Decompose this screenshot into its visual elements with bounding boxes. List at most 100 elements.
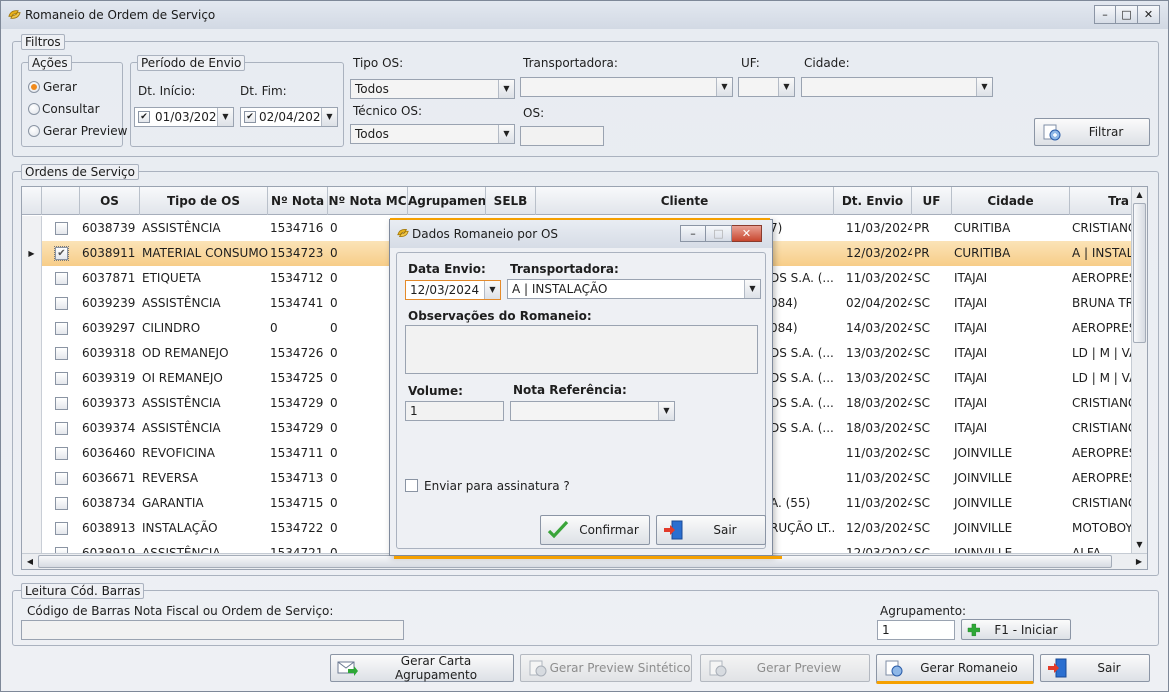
scroll-down-icon[interactable]: ▼ [1132,537,1147,553]
dialog-maximize-button[interactable]: □ [706,225,732,242]
cell-nota: 1534713 [270,471,324,485]
col-header-selb[interactable]: SELB [486,187,536,215]
row-header[interactable] [22,266,42,291]
row-header[interactable] [22,441,42,466]
col-header-nota-mc[interactable]: Nº Nota MC [328,187,408,215]
col-header-nota[interactable]: Nº Nota [268,187,328,215]
col-header-tipo-os[interactable]: Tipo de OS [140,187,268,215]
assinatura-checkbox[interactable] [405,479,418,492]
row-checkbox[interactable] [55,397,68,410]
chevron-down-icon[interactable]: ▼ [716,78,732,96]
row-checkbox[interactable] [55,297,68,310]
row-checkbox[interactable] [55,447,68,460]
uf-select[interactable]: ▼ [738,77,795,97]
dialog-exit-button[interactable]: Sair [656,515,766,545]
chevron-down-icon[interactable]: ▼ [484,281,500,299]
col-header-os[interactable]: OS [80,187,140,215]
end-date-picker[interactable]: 02/04/2024 ✔ ▼ [240,107,338,127]
scroll-left-icon[interactable]: ◀ [22,554,38,569]
col-header-uf[interactable]: UF [912,187,952,215]
scroll-right-icon[interactable]: ▶ [1131,554,1147,569]
chevron-down-icon[interactable]: ▼ [976,78,992,96]
exit-button[interactable]: Sair [1040,654,1150,682]
dialog-close-button[interactable]: ✕ [732,225,762,242]
row-header[interactable] [22,466,42,491]
row-header[interactable] [22,391,42,416]
row-header[interactable] [22,366,42,391]
preview-sintetico-button[interactable]: Gerar Preview Sintético [520,654,692,682]
row-checkbox[interactable] [55,497,68,510]
end-date-checkbox[interactable]: ✔ [244,111,256,123]
dialog-minimize-button[interactable]: – [680,225,706,242]
gerar-romaneio-button[interactable]: Gerar Romaneio [876,654,1034,684]
os-input[interactable] [520,126,604,146]
chevron-down-icon[interactable]: ▼ [321,108,337,126]
row-checkbox[interactable] [55,372,68,385]
row-checkbox[interactable] [55,422,68,435]
cell-nota: 1534712 [270,271,324,285]
row-header[interactable] [22,416,42,441]
row-header[interactable] [22,491,42,516]
close-button[interactable]: ✕ [1138,5,1160,24]
dialog-title-bar[interactable]: Dados Romaneio por OS – □ ✕ [390,220,772,248]
cell-envio: 11/03/2024 [846,496,912,510]
nota-ref-select[interactable]: ▼ [510,401,675,421]
cell-tra: AEROPRES [1072,471,1132,485]
row-header[interactable] [22,341,42,366]
row-header[interactable] [22,316,42,341]
title-bar[interactable]: Romaneio de Ordem de Serviço – □ ✕ [1,1,1168,29]
data-envio-value: 12/03/2024 [410,283,480,297]
start-button[interactable]: F1 - Iniciar [961,619,1071,640]
col-header-cidade[interactable]: Cidade [952,187,1070,215]
row-checkbox[interactable] [55,347,68,360]
row-checkbox[interactable]: ✔ [54,246,69,261]
col-header-dt-envio[interactable]: Dt. Envio [834,187,912,215]
gerar-carta-button[interactable]: Gerar Carta Agrupamento [330,654,514,682]
transportadora-select[interactable]: ▼ [520,77,733,97]
data-envio-picker[interactable]: 12/03/2024 ▼ [405,280,501,300]
current-row-arrow-icon[interactable]: ▶ [22,241,42,266]
maximize-button[interactable]: □ [1116,5,1138,24]
row-checkbox[interactable] [55,472,68,485]
chevron-down-icon[interactable]: ▼ [498,80,514,98]
radio-gerar[interactable] [28,81,40,93]
cidade-select[interactable]: ▼ [801,77,993,97]
confirm-button[interactable]: Confirmar [540,515,650,545]
row-checkbox[interactable] [55,272,68,285]
tipo-os-select[interactable]: Todos ▼ [350,79,515,99]
tecnico-os-select[interactable]: Todos ▼ [350,124,515,144]
minimize-button[interactable]: – [1094,5,1116,24]
scroll-up-icon[interactable]: ▲ [1132,187,1147,203]
col-header-cliente[interactable]: Cliente [536,187,834,215]
group-input[interactable]: 1 [877,620,955,640]
row-checkbox[interactable] [55,322,68,335]
dialog-transportadora-select[interactable]: A | INSTALAÇÃO ▼ [507,279,761,299]
row-header[interactable] [22,291,42,316]
volume-input[interactable]: 1 [405,401,504,421]
cell-cidade: ITAJAI [954,271,988,285]
radio-gerar-preview[interactable] [28,125,40,137]
obs-textarea[interactable] [405,325,758,374]
radio-consultar-label: Consultar [42,102,100,116]
radio-consultar[interactable] [28,103,40,115]
filter-button[interactable]: Filtrar [1034,118,1150,146]
cell-envio: 18/03/2024 [846,396,912,410]
col-header-transportadora[interactable]: Tra [1070,187,1132,215]
preview-button[interactable]: Gerar Preview [700,654,870,682]
start-date-checkbox[interactable]: ✔ [138,111,150,123]
chevron-down-icon[interactable]: ▼ [498,125,514,143]
row-header[interactable] [22,216,42,241]
chevron-down-icon[interactable]: ▼ [658,402,674,420]
vertical-scrollbar[interactable]: ▲ ▼ [1131,187,1147,553]
chevron-down-icon[interactable]: ▼ [217,108,233,126]
chevron-down-icon[interactable]: ▼ [778,78,794,96]
row-checkbox[interactable] [55,222,68,235]
cell-nota: 1534729 [270,421,324,435]
col-header-agrupamento[interactable]: Agrupamento [408,187,486,215]
row-checkbox[interactable] [55,522,68,535]
barcode-input[interactable] [21,620,404,640]
row-header[interactable] [22,516,42,541]
start-date-picker[interactable]: 01/03/2024 ✔ ▼ [134,107,234,127]
chevron-down-icon[interactable]: ▼ [744,280,760,298]
scroll-thumb[interactable] [1133,203,1146,343]
